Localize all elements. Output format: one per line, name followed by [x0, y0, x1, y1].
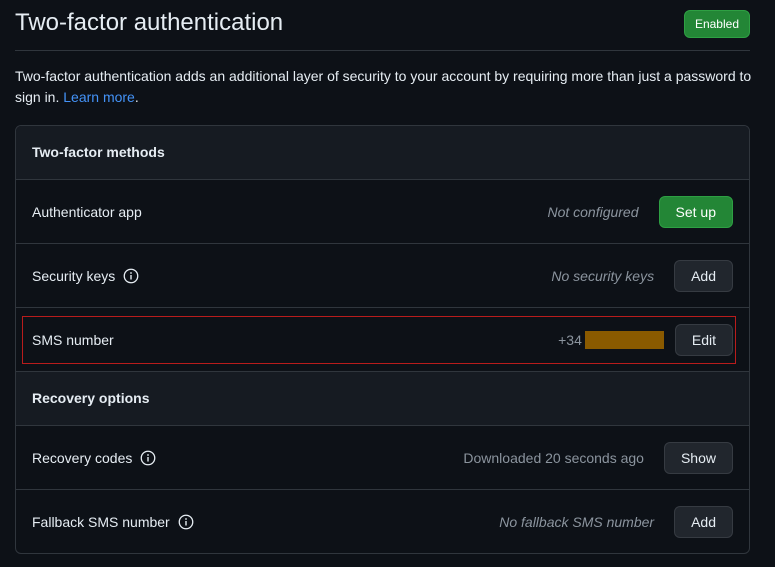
page-description: Two-factor authentication adds an additi…	[15, 66, 755, 108]
security-keys-row: Security keys No security keys Add	[16, 244, 749, 308]
page-header: Two-factor authentication Enabled	[15, 0, 750, 51]
authenticator-app-actions: Not configured Set up	[547, 180, 733, 243]
recovery-codes-label: Recovery codes	[32, 449, 133, 466]
security-keys-label: Security keys	[32, 267, 116, 284]
info-icon[interactable]	[140, 450, 156, 466]
show-recovery-codes-button[interactable]: Show	[663, 441, 733, 474]
recovery-codes-status: Downloaded 20 seconds ago	[463, 449, 644, 466]
authenticator-app-status: Not configured	[547, 203, 639, 220]
two-factor-methods-header: Two-factor methods	[16, 126, 749, 180]
fallback-sms-name: Fallback SMS number	[32, 490, 194, 553]
add-fallback-sms-button[interactable]: Add	[674, 506, 733, 538]
fallback-sms-label: Fallback SMS number	[32, 514, 170, 530]
recovery-options-header: Recovery options	[16, 372, 749, 426]
sms-number-label: SMS number	[32, 331, 114, 348]
fallback-sms-status: No fallback SMS number	[499, 514, 655, 530]
info-icon[interactable]	[178, 514, 194, 530]
recovery-codes-actions: Downloaded 20 seconds ago Show	[463, 426, 733, 489]
security-keys-name: Security keys	[32, 244, 139, 307]
page-title: Two-factor authentication	[15, 9, 284, 36]
learn-more-link[interactable]: Learn more	[63, 89, 135, 105]
enabled-status-badge: Enabled	[683, 10, 750, 38]
fallback-sms-row: Fallback SMS number No fallback SMS numb…	[16, 490, 749, 553]
sms-phone-number: +34	[558, 330, 664, 349]
recovery-codes-name: Recovery codes	[32, 426, 156, 489]
recovery-options-title: Recovery options	[32, 390, 150, 406]
phone-country-prefix: +34	[558, 331, 582, 348]
authenticator-app-row: Authenticator app Not configured Set up	[16, 180, 749, 244]
redacted-phone-digits	[584, 330, 664, 349]
authenticator-app-label: Authenticator app	[32, 203, 142, 220]
fallback-sms-actions: No fallback SMS number Add	[499, 490, 733, 553]
description-trailing: .	[134, 89, 139, 105]
add-security-key-button[interactable]: Add	[674, 259, 733, 292]
recovery-codes-row: Recovery codes Downloaded 20 seconds ago…	[16, 426, 749, 490]
edit-sms-button[interactable]: Edit	[674, 323, 733, 356]
info-icon[interactable]	[123, 268, 139, 284]
two-factor-methods-title: Two-factor methods	[32, 144, 165, 160]
sms-number-actions: +34 Edit	[558, 308, 733, 371]
two-factor-panel: Two-factor methods Authenticator app Not…	[15, 125, 750, 554]
sms-number-row: SMS number +34 Edit	[16, 308, 749, 372]
two-factor-settings-page: Two-factor authentication Enabled Two-fa…	[0, 0, 775, 567]
set-up-authenticator-button[interactable]: Set up	[658, 195, 733, 228]
security-keys-status: No security keys	[551, 267, 655, 284]
security-keys-actions: No security keys Add	[551, 244, 733, 307]
